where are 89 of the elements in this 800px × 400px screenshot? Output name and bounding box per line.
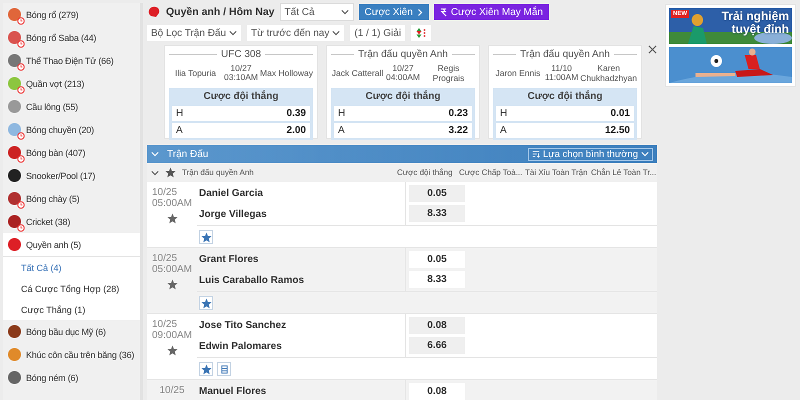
star-icon[interactable] bbox=[166, 345, 178, 356]
sport-menu-item[interactable]: Cricket (38) bbox=[3, 210, 140, 233]
parlay-button[interactable]: Cược Xiên bbox=[358, 4, 429, 20]
fighter-name: Grant Flores bbox=[199, 254, 258, 265]
match-time: 10/27 03:10AM bbox=[224, 64, 258, 82]
fighter-name: Daniel Garcia bbox=[199, 188, 263, 199]
match-time: 10/25 bbox=[159, 385, 185, 396]
odds-cell[interactable]: 0.08 bbox=[409, 317, 465, 334]
chevron-icon bbox=[641, 150, 649, 158]
sport-menu-item[interactable]: Bóng rổ (279) bbox=[3, 3, 140, 26]
home-fighter: Ilia Topuria bbox=[174, 68, 217, 78]
sort-odds-button[interactable] bbox=[411, 25, 432, 41]
league-name: Trận đấu quyền Anh bbox=[182, 168, 254, 177]
stats-button[interactable] bbox=[217, 362, 231, 376]
chevron-icon bbox=[151, 150, 159, 158]
sport-menu-item[interactable]: Bóng chuyền (20) bbox=[3, 118, 140, 141]
event-title: Trận đấu quyền Anh bbox=[358, 49, 448, 60]
sport-menu-item[interactable]: Thể Thao Điện Tử (66) bbox=[3, 49, 140, 72]
chevron-icon bbox=[229, 29, 238, 37]
list-icon bbox=[220, 364, 228, 374]
home-fighter: Jack Catterall bbox=[331, 68, 384, 78]
odds-cell[interactable]: 0.08 bbox=[409, 383, 465, 400]
away-fighter: Karen Chukhadzhyan bbox=[580, 63, 637, 83]
sport-menu-item[interactable]: Khúc côn cầu trên băng (36) bbox=[3, 343, 140, 366]
fighter-name: Edwin Palomares bbox=[199, 341, 282, 352]
event-title: Trận đấu quyền Anh bbox=[520, 49, 610, 60]
odds-row[interactable]: H 0.23 bbox=[334, 106, 472, 121]
up-down-arrows-icon bbox=[415, 27, 428, 39]
market-title: Cược đội thắng bbox=[364, 90, 442, 104]
odds-cell[interactable]: 8.33 bbox=[409, 205, 465, 222]
odds-cell[interactable]: 0.05 bbox=[409, 251, 465, 268]
sport-menu-item[interactable]: Bóng bầu dục Mỹ (6) bbox=[3, 320, 140, 343]
odds-cell[interactable]: 8.33 bbox=[409, 271, 465, 288]
sport-menu-item[interactable]: Bóng chày (5) bbox=[3, 187, 140, 210]
market-select[interactable]: Tất Cả bbox=[280, 3, 354, 21]
sport-menu-item[interactable]: Snooker/Pool (17) bbox=[3, 164, 140, 187]
chevron-right-icon bbox=[416, 8, 423, 16]
fighter-name: Luis Caraballo Ramos bbox=[199, 275, 304, 286]
sport-menu-item[interactable]: Bóng ném (6) bbox=[3, 366, 140, 389]
match-time: 10/27 04:00AM bbox=[386, 64, 420, 82]
match-time: 10/25 05:00AM bbox=[152, 187, 192, 209]
star-icon[interactable] bbox=[166, 213, 178, 224]
sport-menu-item[interactable]: Bóng bàn (407) bbox=[3, 141, 140, 164]
sort-dropdown[interactable]: Lựa chọn bình thường bbox=[528, 148, 653, 160]
fighter-name: Manuel Flores bbox=[199, 386, 266, 397]
fighter-name: Jose Tito Sanchez bbox=[199, 320, 286, 331]
market-title: Cược đội thắng bbox=[526, 90, 604, 104]
away-fighter: Regis Prograis bbox=[432, 63, 466, 83]
chevron-icon[interactable] bbox=[151, 168, 159, 176]
league-count[interactable]: (1 / 1) Giải bbox=[350, 25, 406, 41]
away-fighter: Max Holloway bbox=[260, 68, 313, 78]
match-time: 10/25 09:00AM bbox=[152, 319, 192, 341]
close-icon[interactable] bbox=[648, 45, 657, 54]
period-dropdown[interactable]: Từ trước đến nay bbox=[247, 25, 344, 41]
sport-menu-item[interactable]: Cầu lông (55) bbox=[3, 95, 140, 118]
banner-headline: Trải nghiệm tuyệt đỉnh bbox=[720, 10, 789, 36]
submenu-item[interactable]: Cá Cược Tổng Hợp (28) bbox=[3, 278, 140, 299]
fighter-name: Jorge Villegas bbox=[199, 209, 267, 220]
sport-menu-item[interactable]: Quần vợt (213) bbox=[3, 72, 140, 95]
match-filter-dropdown[interactable]: Bộ Lọc Trận Đấu bbox=[147, 25, 242, 41]
lucky-parlay-button[interactable]: Cược Xiên May Mắn bbox=[434, 4, 549, 20]
star-icon[interactable] bbox=[166, 279, 178, 290]
sport-menu-item[interactable]: Bóng rổ Saba (44) bbox=[3, 26, 140, 49]
section-header[interactable]: Trận Đấu Lựa chọn bình thường bbox=[147, 145, 657, 163]
odds-row[interactable]: A 12.50 bbox=[496, 123, 634, 138]
odds-row[interactable]: H 0.01 bbox=[496, 106, 634, 121]
home-fighter: Jaron Ennis bbox=[494, 68, 542, 78]
chevron-icon bbox=[332, 29, 340, 37]
column-header: Tài Xỉu Toàn Trận bbox=[525, 168, 588, 177]
column-header: Cược Chấp Toà... bbox=[459, 168, 522, 177]
odds-row[interactable]: A 2.00 bbox=[172, 123, 310, 138]
market-title: Cược đội thắng bbox=[202, 90, 280, 104]
section-title: Trận Đấu bbox=[167, 148, 208, 160]
column-header: Chẳn Lẻ Toàn Tr... bbox=[591, 168, 656, 177]
match-time: 11/10 11:00AM bbox=[544, 64, 578, 82]
chevron-icon bbox=[340, 8, 349, 16]
sport-menu-item[interactable]: Quyền anh (5) bbox=[3, 233, 140, 257]
submenu-item[interactable]: Cược Thắng (1) bbox=[3, 299, 140, 320]
odds-row[interactable]: A 3.22 bbox=[334, 123, 472, 138]
odds-row[interactable]: H 0.39 bbox=[172, 106, 310, 121]
odds-cell[interactable]: 6.66 bbox=[409, 337, 465, 354]
column-header: Cược đội thắng bbox=[397, 168, 453, 177]
event-title: UFC 308 bbox=[221, 49, 262, 60]
breadcrumb: Quyền anh / Hôm Nay bbox=[166, 6, 275, 18]
star-icon[interactable] bbox=[165, 167, 176, 178]
odds-cell[interactable]: 0.05 bbox=[409, 185, 465, 202]
sort-icon bbox=[532, 150, 540, 158]
submenu-item[interactable]: Tất Cả (4) bbox=[3, 257, 140, 278]
match-time: 10/25 05:00AM bbox=[152, 253, 192, 275]
